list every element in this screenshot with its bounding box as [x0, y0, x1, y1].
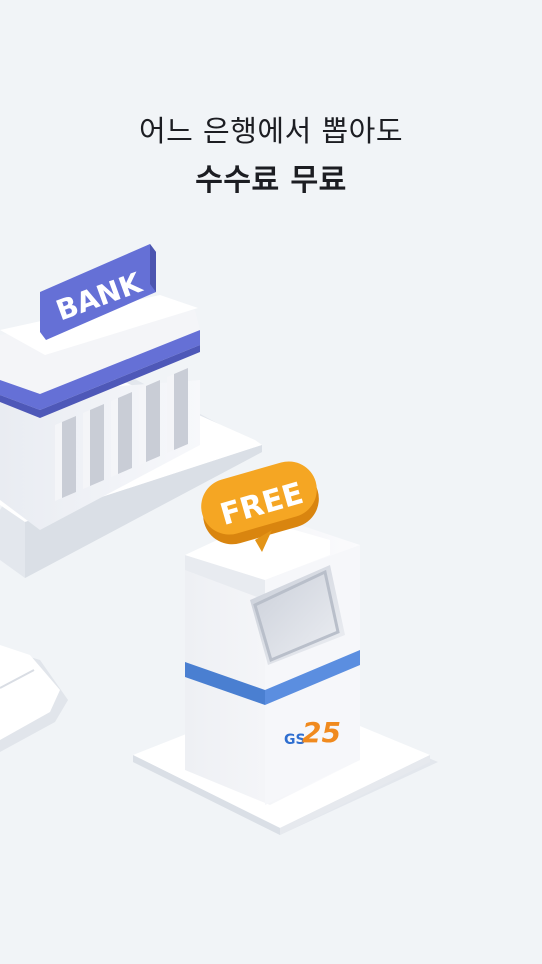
atm-logo-number: 25 [302, 716, 341, 749]
promo-screen: { "headline": { "line1": "어느 은행에서 뽑아도", … [0, 0, 542, 964]
illustration: BANK GS 25 FREE [0, 244, 438, 835]
atm-machine: GS 25 FREE [133, 461, 438, 835]
side-card [0, 645, 68, 752]
